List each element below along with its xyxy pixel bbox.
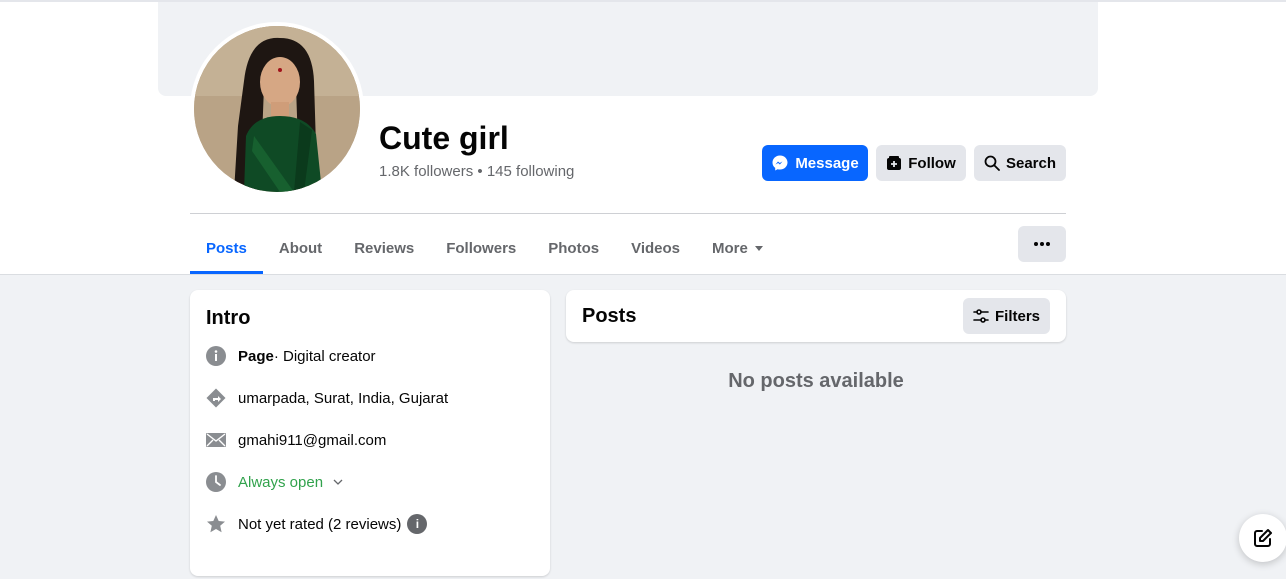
tab-label: Videos — [631, 239, 681, 257]
tab-label: Reviews — [354, 239, 415, 257]
avatar[interactable] — [194, 26, 360, 192]
follow-label: Follow — [908, 154, 956, 172]
directions-icon — [206, 388, 226, 408]
clock-icon — [206, 472, 226, 492]
email-text[interactable]: gmahi911@gmail.com — [238, 432, 386, 449]
more-options-button[interactable] — [1018, 226, 1066, 262]
hours-text: Always open — [238, 473, 324, 491]
message-label: Message — [795, 154, 859, 172]
tab-label: Followers — [446, 239, 517, 257]
filters-icon — [973, 309, 989, 323]
posts-card: Posts Filters — [566, 290, 1066, 342]
intro-card: Intro Page · Digital creator umarpada, S… — [190, 290, 550, 576]
dot — [1034, 242, 1038, 246]
tab-reviews[interactable]: Reviews — [338, 222, 430, 274]
page-title: Cute girl — [379, 120, 509, 156]
intro-email-row: gmahi911@gmail.com — [206, 428, 386, 452]
page-label: Page — [238, 347, 274, 365]
follow-button[interactable]: Follow — [876, 145, 966, 181]
profile-stats: 1.8K followers • 145 following — [379, 163, 574, 180]
empty-posts-message: No posts available — [728, 370, 904, 392]
dot — [1040, 242, 1044, 246]
intro-title: Intro — [206, 307, 251, 329]
search-icon — [984, 155, 1000, 171]
tab-more[interactable]: More — [696, 222, 779, 274]
message-button[interactable]: Message — [762, 145, 868, 181]
rating-info-icon[interactable]: i — [407, 514, 428, 534]
tab-posts[interactable]: Posts — [190, 222, 263, 274]
compose-button[interactable] — [1239, 514, 1286, 562]
star-icon — [206, 514, 226, 534]
caret-down-icon — [754, 245, 763, 251]
header-divider — [190, 213, 1066, 214]
avatar-image — [194, 26, 360, 192]
posts-title: Posts — [582, 305, 637, 327]
tab-photos[interactable]: Photos — [532, 222, 615, 274]
edit-icon — [1254, 529, 1272, 547]
follow-icon — [887, 156, 902, 170]
intro-location-row: umarpada, Surat, India, Gujarat — [206, 386, 448, 410]
messenger-icon — [772, 155, 788, 171]
location-text[interactable]: umarpada, Surat, India, Gujarat — [238, 390, 448, 407]
search-label: Search — [1005, 154, 1057, 172]
tab-label: More — [712, 239, 748, 257]
filters-label: Filters — [994, 307, 1040, 325]
intro-page-row: Page · Digital creator — [206, 344, 376, 368]
intro-hours-row[interactable]: Always open — [206, 470, 343, 494]
dot — [1046, 242, 1050, 246]
tab-followers[interactable]: Followers — [430, 222, 532, 274]
envelope-icon — [206, 430, 226, 450]
following-count[interactable]: 145 following — [487, 163, 575, 180]
tab-videos[interactable]: Videos — [615, 222, 696, 274]
tab-label: Photos — [548, 239, 600, 257]
filters-button[interactable]: Filters — [963, 298, 1050, 334]
intro-rating-row: Not yet rated (2 reviews) i — [206, 512, 428, 536]
rating-text: Not yet rated (2 reviews) — [238, 515, 402, 533]
tab-label: Posts — [206, 239, 247, 257]
search-button[interactable]: Search — [974, 145, 1066, 181]
page-category: · Digital creator — [273, 347, 376, 365]
tab-label: About — [278, 239, 323, 257]
tab-about[interactable]: About — [263, 222, 338, 274]
chevron-down-icon — [333, 476, 343, 488]
followers-count[interactable]: 1.8K followers — [379, 163, 473, 180]
stats-separator: • — [477, 163, 483, 180]
info-icon — [206, 346, 226, 366]
profile-tabs: Posts About Reviews Followers Photos Vid… — [190, 222, 779, 274]
